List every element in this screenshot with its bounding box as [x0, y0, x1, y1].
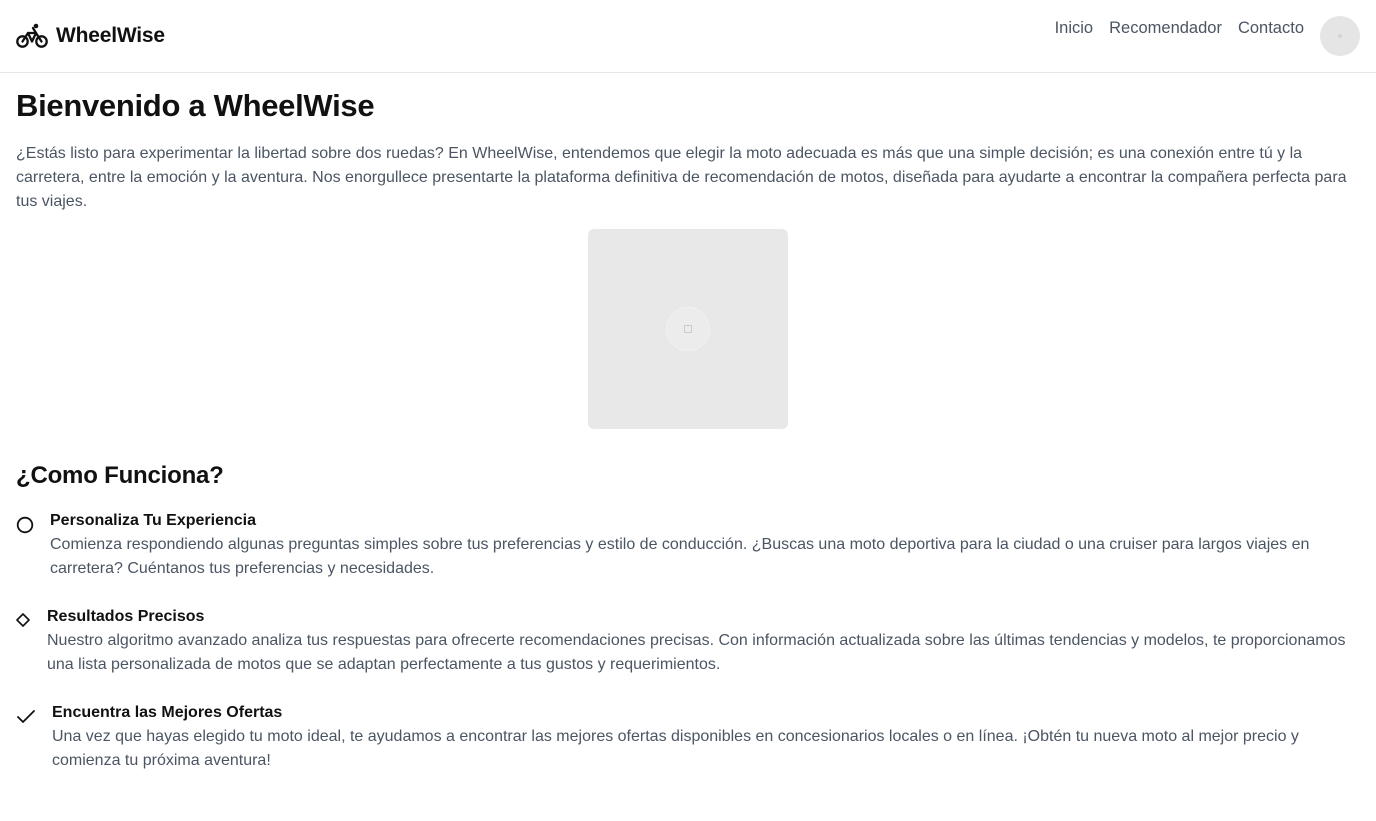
image-icon	[684, 325, 692, 333]
page-title: Bienvenido a WheelWise	[16, 88, 375, 123]
step-item: Resultados Precisos Nuestro algoritmo av…	[16, 607, 1362, 677]
intro-paragraph: ¿Estás listo para experimentar la libert…	[16, 145, 1347, 210]
step-description: Comienza respondiendo algunas preguntas …	[50, 536, 1310, 577]
step-body: Resultados Precisos Nuestro algoritmo av…	[47, 607, 1362, 677]
step-item: Encuentra las Mejores Ofertas Una vez qu…	[16, 703, 1362, 773]
check-icon	[17, 710, 35, 723]
step-title: Personaliza Tu Experiencia	[50, 512, 257, 529]
nav-link-recomendador[interactable]: Recomendador	[1109, 18, 1222, 38]
step-body: Personaliza Tu Experiencia Comienza resp…	[50, 511, 1362, 581]
step-description: Una vez que hayas elegido tu moto ideal,…	[52, 728, 1299, 769]
navbar: WheelWise Inicio Recomendador Contacto	[0, 0, 1376, 73]
step-title: Resultados Precisos	[47, 608, 205, 625]
brand-link[interactable]: WheelWise	[16, 22, 165, 50]
nav-link-inicio[interactable]: Inicio	[1055, 18, 1094, 38]
step-title: Encuentra las Mejores Ofertas	[52, 704, 283, 721]
step-description: Nuestro algoritmo avanzado analiza tus r…	[47, 632, 1346, 673]
step-item: Personaliza Tu Experiencia Comienza resp…	[16, 511, 1362, 581]
diamond-icon	[16, 613, 30, 627]
hero-image-placeholder	[588, 229, 788, 429]
circle-icon	[16, 516, 34, 534]
main-nav: Inicio Recomendador Contacto	[1055, 18, 1304, 38]
brand-name: WheelWise	[56, 24, 165, 47]
how-it-works-title: ¿Como Funciona?	[16, 462, 224, 489]
nav-link-contacto[interactable]: Contacto	[1238, 18, 1304, 38]
step-body: Encuentra las Mejores Ofertas Una vez qu…	[52, 703, 1362, 773]
bicycle-icon	[16, 23, 48, 48]
user-avatar[interactable]	[1320, 16, 1360, 56]
